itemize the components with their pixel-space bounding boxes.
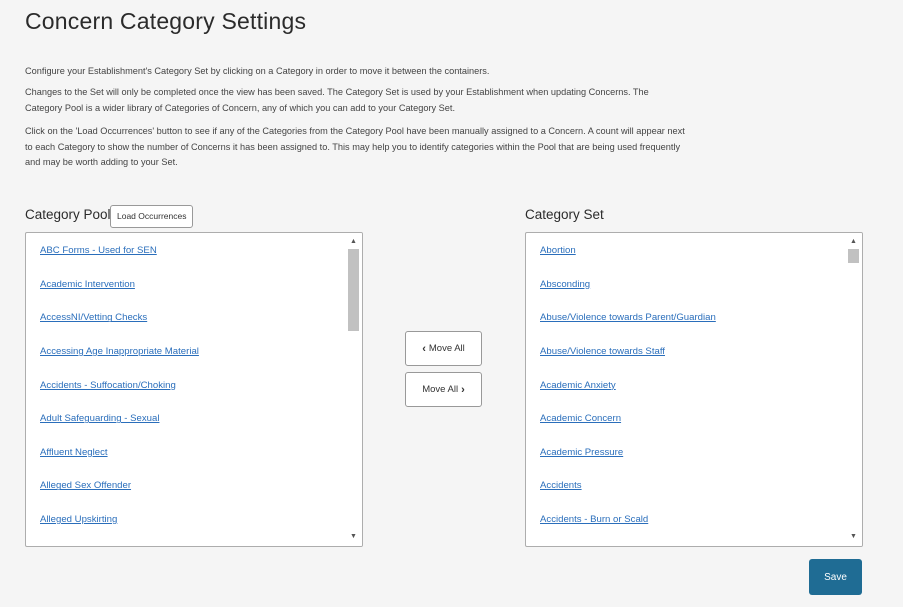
pool-item-link[interactable]: Alleged Sex Offender [40,480,131,491]
set-item-link[interactable]: Academic Concern [540,413,621,424]
description-load-occurrences: Click on the 'Load Occurrences' button t… [25,126,685,167]
pool-scrollbar[interactable]: ▲ ▼ [345,233,362,546]
set-item-link[interactable]: Absconding [540,279,590,290]
pool-item-link[interactable]: ABC Forms - Used for SEN [40,245,157,256]
set-scrollbar-thumb[interactable] [848,249,859,263]
scroll-down-arrow-icon[interactable]: ▼ [345,530,362,544]
pool-item[interactable]: Alleged Sex Offender [26,469,345,503]
scroll-up-arrow-icon[interactable]: ▲ [845,235,862,249]
set-item-link[interactable]: Abuse/Violence towards Parent/Guardian [540,312,716,323]
set-item[interactable]: Accidents [526,469,845,503]
set-item[interactable]: Academic Anxiety [526,368,845,402]
scroll-down-arrow-icon[interactable]: ▼ [845,530,862,544]
description-configure: Configure your Establishment's Category … [25,66,490,76]
pool-scrollbar-thumb[interactable] [348,249,359,331]
pool-item-link[interactable]: Affluent Neglect [40,447,108,458]
move-all-to-pool-button[interactable]: ‹ Move All [405,331,482,366]
chevron-left-icon: ‹ [422,342,426,355]
pool-item[interactable]: Affluent Neglect [26,436,345,470]
pool-item[interactable]: Alleged Upskirting [26,503,345,537]
load-occurrences-button[interactable]: Load Occurrences [110,205,194,228]
set-item-link[interactable]: Abortion [540,245,576,256]
save-button[interactable]: Save [809,559,862,595]
set-item[interactable]: Abortion [526,234,845,268]
category-set-list[interactable]: Abortion Absconding Abuse/Violence towar… [525,232,863,547]
set-item[interactable]: Academic Pressure [526,436,845,470]
pool-item-link[interactable]: AccessNI/Vetting Checks [40,312,147,323]
set-item[interactable]: Accidents - Burn or Scald [526,503,845,537]
page-title: Concern Category Settings [25,8,307,34]
set-item[interactable]: Abuse/Violence towards Staff [526,335,845,369]
move-all-right-label: Move All [422,384,459,395]
pool-item-link[interactable]: Academic Intervention [40,279,135,290]
category-pool-label: Category Pool [25,207,111,222]
move-all-left-label: Move All [428,343,465,354]
chevron-right-icon: › [461,383,465,396]
pool-item-link[interactable]: Accidents - Suffocation/Choking [40,380,176,391]
category-pool-list[interactable]: ABC Forms - Used for SEN Academic Interv… [25,232,363,547]
set-item[interactable]: Academic Concern [526,402,845,436]
set-scrollbar[interactable]: ▲ ▼ [845,233,862,546]
move-all-to-set-button[interactable]: Move All › [405,372,482,407]
set-item-link[interactable]: Abuse/Violence towards Staff [540,346,665,357]
set-item[interactable]: Absconding [526,268,845,302]
pool-item[interactable]: Accidents - Suffocation/Choking [26,368,345,402]
pool-item-link[interactable]: Accessing Age Inappropriate Material [40,346,199,357]
set-item-link[interactable]: Academic Pressure [540,447,623,458]
pool-item[interactable]: Accessing Age Inappropriate Material [26,335,345,369]
pool-item-link[interactable]: Adult Safeguarding - Sexual [40,413,159,424]
set-item-link[interactable]: Accidents [540,480,582,491]
scroll-up-arrow-icon[interactable]: ▲ [345,235,362,249]
set-item-link[interactable]: Accidents - Burn or Scald [540,514,648,525]
set-item-link[interactable]: Academic Anxiety [540,380,616,391]
pool-item-link[interactable]: Alleged Upskirting [40,514,117,525]
pool-item[interactable]: ABC Forms - Used for SEN [26,234,345,268]
category-set-label: Category Set [525,207,604,222]
pool-item[interactable]: Academic Intervention [26,268,345,302]
pool-item[interactable]: Adult Safeguarding - Sexual [26,402,345,436]
description-changes: Changes to the Set will only be complete… [25,87,649,113]
pool-item[interactable]: AccessNI/Vetting Checks [26,301,345,335]
set-item[interactable]: Abuse/Violence towards Parent/Guardian [526,301,845,335]
